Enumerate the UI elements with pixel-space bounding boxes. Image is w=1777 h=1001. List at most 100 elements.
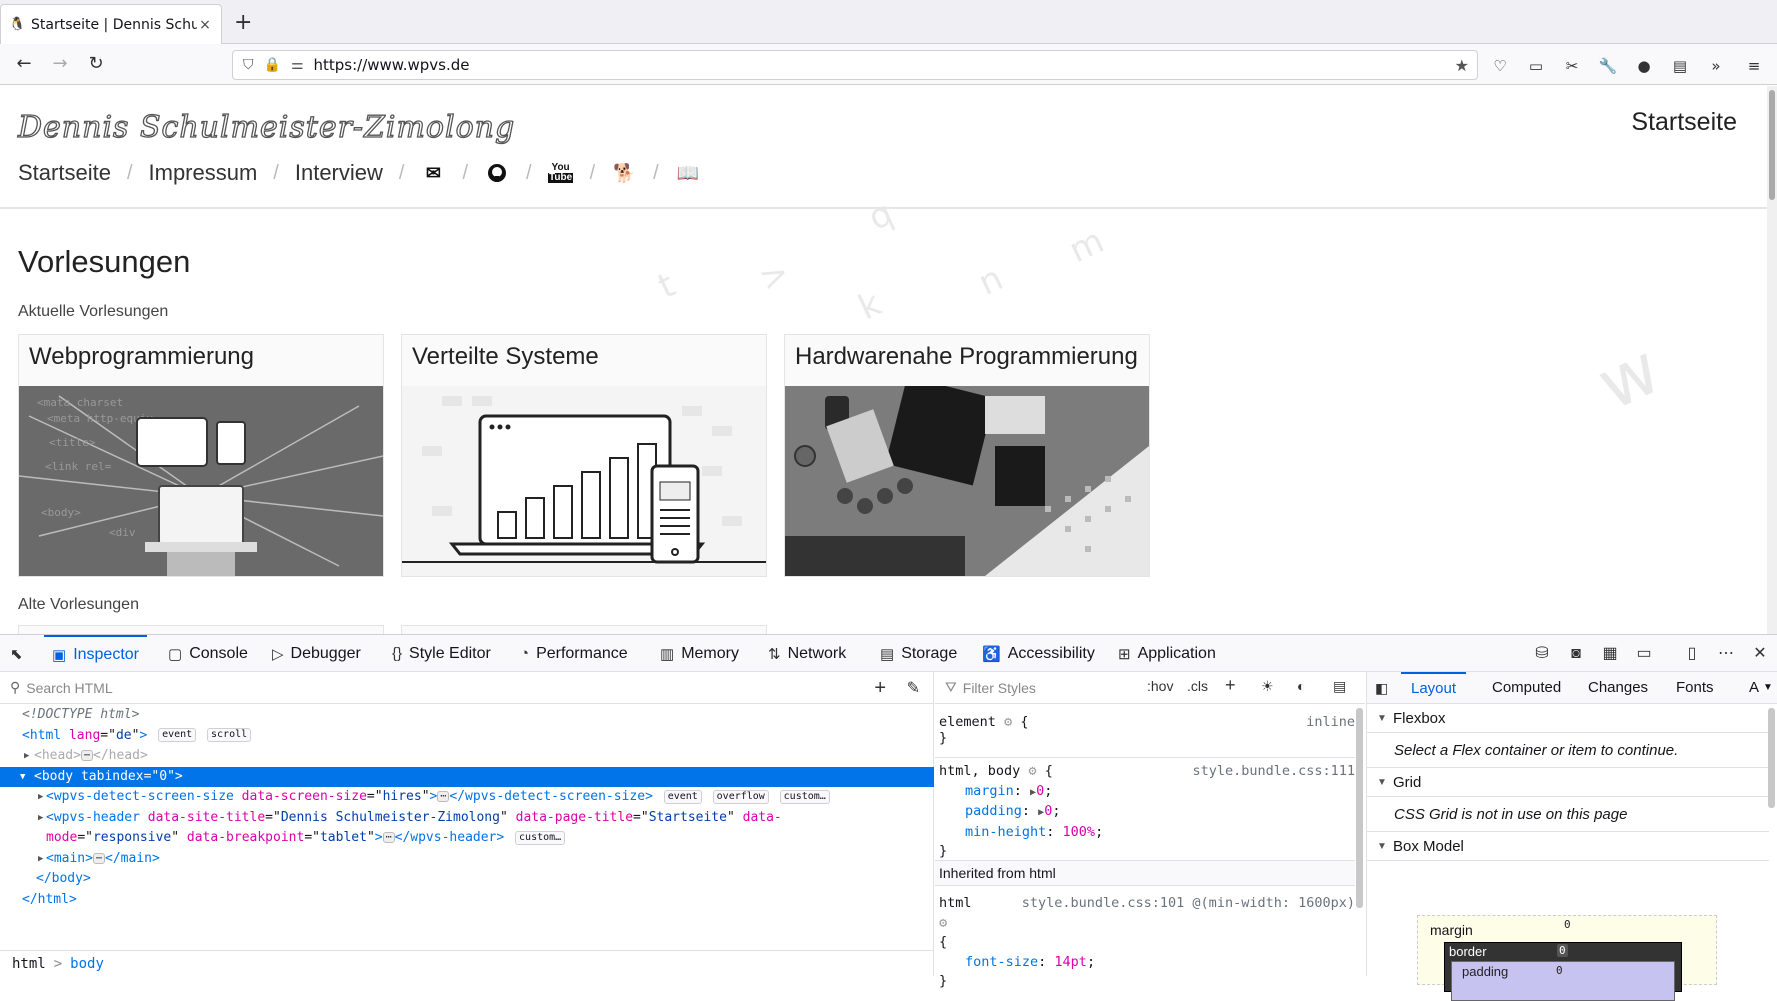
cls-toggle[interactable]: .cls <box>1187 678 1208 694</box>
card-image[interactable]: <mata charset <meta http-equiv <title> <li… <box>19 386 383 576</box>
tree-line-header-cont[interactable]: mode="responsive" data-breakpoint="table… <box>0 828 934 849</box>
expand-triangle-icon[interactable]: ▶ <box>24 746 34 767</box>
toggle-sidebar-icon[interactable]: ◧ <box>1375 672 1388 704</box>
close-devtools-icon[interactable]: ✕ <box>1750 644 1770 664</box>
tab-style-editor[interactable]: {} Style Editor <box>392 635 491 672</box>
tree-line-header[interactable]: ▶ <wpvs-header data-site-title="Dennis S… <box>0 808 934 829</box>
more-options-icon[interactable]: ⋯ <box>1716 644 1736 664</box>
tab-inspector[interactable]: ▣ Inspector <box>44 635 147 672</box>
tab-performance[interactable]: ◔ Performance <box>520 635 628 672</box>
shield-icon[interactable]: ⛉ <box>243 57 254 73</box>
gear-icon[interactable]: ⚙ <box>1028 763 1036 779</box>
tab-changes[interactable]: Changes <box>1588 672 1648 704</box>
scroll-badge[interactable]: scroll <box>207 728 252 742</box>
custom-badge[interactable]: custom… <box>779 789 830 804</box>
card-hardwarenahe-programmierung[interactable]: Hardwarenahe Programmierung <box>784 334 1150 577</box>
hov-toggle[interactable]: :hov <box>1147 678 1173 694</box>
flexbox-section[interactable]: ▼ Flexbox <box>1367 705 1769 733</box>
measure-icon[interactable]: ▭ <box>1634 644 1654 664</box>
gear-icon[interactable]: ⚙ <box>939 915 947 931</box>
tree-line-head[interactable]: ▶ <head> ⋯ </head> <box>0 746 934 767</box>
dark-theme-icon[interactable]: ◐ <box>1297 678 1305 694</box>
collapsed-dots[interactable]: ⋯ <box>80 750 93 761</box>
github-icon[interactable] <box>484 161 510 185</box>
old-card-stub[interactable] <box>401 625 767 634</box>
reload-icon[interactable]: ↻ <box>84 52 108 76</box>
tree-line-html-close[interactable]: </html> <box>0 890 934 911</box>
event-badge[interactable]: event <box>663 789 702 804</box>
page-scrollbar[interactable] <box>1767 86 1777 634</box>
chevron-down-icon[interactable]: ▼ <box>1763 672 1773 704</box>
breadcrumb-html[interactable]: html <box>12 956 46 972</box>
nav-link-impressum[interactable]: Impressum <box>149 160 258 186</box>
card-image[interactable] <box>402 386 766 576</box>
collapse-triangle-icon[interactable]: ▼ <box>20 767 30 788</box>
custom-badge[interactable]: custom… <box>515 830 566 845</box>
bookmark-star-icon[interactable]: ★ <box>1455 56 1469 75</box>
tab-debugger[interactable]: ▷ Debugger <box>272 635 361 672</box>
rulers-icon[interactable]: ▦ <box>1600 644 1620 664</box>
rule-element[interactable]: element ⚙ {inline } <box>939 714 1355 746</box>
collapsed-dots[interactable]: ⋯ <box>437 791 450 802</box>
pocket-icon[interactable]: ♡ <box>1490 56 1510 76</box>
menu-icon[interactable]: ≡ <box>1744 56 1764 76</box>
card-verteilte-systeme[interactable]: Verteilte Systeme <box>401 334 767 577</box>
card-title[interactable]: Verteilte Systeme <box>412 343 599 371</box>
collapsed-dots[interactable]: ⋯ <box>92 852 105 864</box>
rule-html[interactable]: html style.bundle.css:101 @(min-width: 16… <box>939 894 1355 992</box>
screenshot-icon[interactable]: ✂ <box>1562 56 1582 76</box>
tree-line-doctype[interactable]: <!DOCTYPE html> <box>0 705 934 726</box>
tree-line-html[interactable]: <html lang="de"> event scroll <box>0 726 934 747</box>
light-theme-icon[interactable]: ☀ <box>1261 678 1274 695</box>
card-title[interactable]: Webprogrammierung <box>29 343 254 371</box>
rules-scrollbar[interactable] <box>1356 708 1363 908</box>
forward-icon[interactable]: → <box>48 52 72 76</box>
tab-application[interactable]: ⊞ Application <box>1118 635 1216 672</box>
tab-console[interactable]: ▢ Console <box>168 635 248 672</box>
overflow-badge[interactable]: overflow <box>712 789 769 804</box>
collapsed-dots[interactable]: ⋯ <box>382 832 395 843</box>
box-model-section[interactable]: ▼ Box Model <box>1367 833 1769 861</box>
scrollbar-thumb[interactable] <box>1769 90 1775 200</box>
card-title[interactable]: Hardwarenahe Programmierung <box>795 343 1138 371</box>
tree-line-body[interactable]: ▼ <body tabindex="0"> <box>0 766 934 788</box>
grid-section[interactable]: ▼ Grid <box>1367 769 1769 797</box>
add-rule-icon[interactable]: + <box>1225 675 1236 696</box>
padding-top-value[interactable]: 0 <box>1556 964 1563 977</box>
tree-line-main[interactable]: ▶ <main> ⋯ </main> <box>0 849 934 870</box>
overflow-chevron-icon[interactable]: » <box>1706 56 1726 76</box>
card-webprogrammierung[interactable]: Webprogrammierung <mata charset <meta htt… <box>18 334 384 577</box>
responsive-icon[interactable]: ▯ <box>1682 644 1702 664</box>
layout-scrollbar[interactable] <box>1768 708 1775 808</box>
tree-line-body-close[interactable]: </body> <box>0 869 934 890</box>
url-text[interactable]: https://www.wpvs.de <box>314 56 470 74</box>
permissions-icon[interactable]: ⚌ <box>291 57 304 73</box>
extension-icon[interactable]: ● <box>1634 56 1654 76</box>
back-icon[interactable]: ← <box>12 52 36 76</box>
expand-triangle-icon[interactable]: ▶ <box>38 787 48 808</box>
add-node-icon[interactable]: + <box>874 677 886 700</box>
nav-link-interview[interactable]: Interview <box>295 160 383 186</box>
tab-animations[interactable]: A <box>1749 672 1759 704</box>
dog-icon[interactable]: 🐕 <box>611 161 637 185</box>
camera-icon[interactable]: ◙ <box>1566 644 1586 664</box>
element-picker-icon[interactable]: ⬉ <box>10 635 38 672</box>
print-media-icon[interactable]: ▤ <box>1333 678 1346 695</box>
old-card-stub[interactable] <box>18 625 384 634</box>
site-title[interactable]: Dennis Schulmeister-Zimolong <box>17 109 515 145</box>
tab-memory[interactable]: ▥ Memory <box>660 635 739 672</box>
gear-icon[interactable]: ⚙ <box>1004 714 1012 730</box>
youtube-icon[interactable]: You Tube <box>548 161 574 185</box>
expand-triangle-icon[interactable]: ▶ <box>38 808 48 829</box>
tab-network[interactable]: ⇅ Network <box>768 635 846 672</box>
lock-icon[interactable]: 🔒 <box>264 57 281 73</box>
filter-styles-input[interactable]: ⛛ Filter Styles :hov .cls + ☀ ◐ ▤ <box>935 672 1365 704</box>
tree-line-detect-screen-size[interactable]: ▶ <wpvs-detect-screen-size data-screen-s… <box>0 787 934 808</box>
browser-tab[interactable]: 🐧 Startseite | Dennis Schulm × <box>0 4 222 44</box>
envelope-icon[interactable]: ✉ <box>420 161 446 185</box>
event-badge[interactable]: event <box>158 728 197 742</box>
tab-accessibility[interactable]: ♿ Accessibility <box>982 635 1095 672</box>
new-tab-button[interactable]: + <box>234 10 252 35</box>
tab-computed[interactable]: Computed <box>1492 672 1561 704</box>
tab-fonts[interactable]: Fonts <box>1676 672 1714 704</box>
